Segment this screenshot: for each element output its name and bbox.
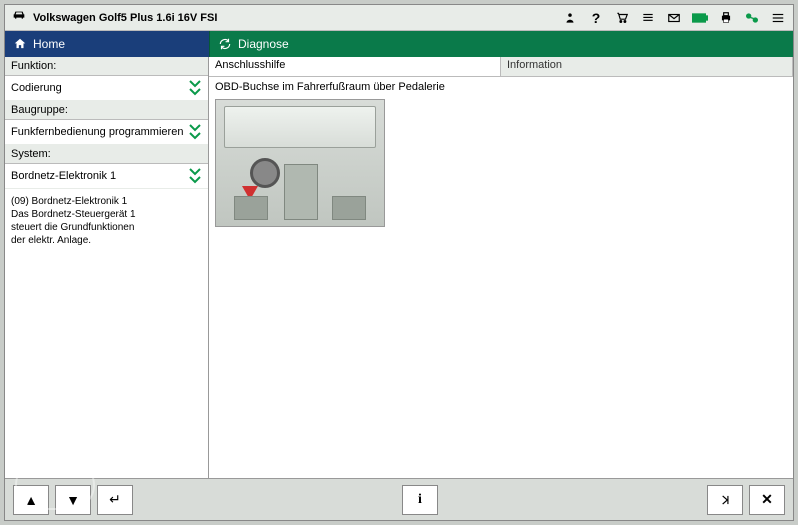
next-button[interactable] [707,485,743,515]
system-dropdown[interactable]: Bordnetz-Elektronik 1 [5,164,208,189]
vehicle-title: Volkswagen Golf5 Plus 1.6i 16V FSI [33,12,217,24]
funktion-value: Codierung [11,82,62,94]
chevron-down-icon [188,80,202,96]
funktion-dropdown[interactable]: Codierung [5,76,208,101]
help-icon[interactable]: ? [587,9,605,27]
home-button[interactable]: Home [5,31,209,57]
baugruppe-dropdown[interactable]: Funkfernbedienung programmieren [5,120,208,145]
system-info-text: (09) Bordnetz-Elektronik 1 Das Bordnetz-… [5,189,208,253]
diagnose-button[interactable]: Diagnose [209,31,793,57]
mail-icon[interactable] [665,9,683,27]
obd-location-text: OBD-Buchse im Fahrerfußraum über Pedaler… [215,81,787,93]
footer-bar: ▲ ▼ ↵ i ✕ [5,478,793,520]
main-panel: Anschlusshilfe Information OBD-Buchse im… [209,57,793,478]
close-button[interactable]: ✕ [749,485,785,515]
cart-icon[interactable] [613,9,631,27]
enter-button[interactable]: ↵ [97,485,133,515]
chevron-down-icon [188,124,202,140]
diagnose-label: Diagnose [238,37,289,51]
down-button[interactable]: ▼ [55,485,91,515]
info-button[interactable]: i [402,485,438,515]
title-bar: Volkswagen Golf5 Plus 1.6i 16V FSI ? [5,5,793,31]
car-icon [11,7,27,28]
battery-icon[interactable] [691,9,709,27]
tab-information[interactable]: Information [501,57,793,76]
dashboard-image [215,99,385,227]
connection-icon[interactable] [743,9,761,27]
list-icon[interactable] [639,9,657,27]
menu-icon[interactable] [769,9,787,27]
home-label: Home [33,37,65,51]
funktion-label: Funktion: [5,57,208,76]
refresh-icon [218,37,232,51]
baugruppe-label: Baugruppe: [5,101,208,120]
system-label: System: [5,145,208,164]
system-value: Bordnetz-Elektronik 1 [11,170,116,182]
toolbar: ? [561,9,787,27]
print-icon[interactable] [717,9,735,27]
sidebar: Funktion: Codierung Baugruppe: Funkfernb… [5,57,209,478]
home-icon [13,37,27,51]
tab-anschlusshilfe[interactable]: Anschlusshilfe [209,57,501,76]
up-button[interactable]: ▲ [13,485,49,515]
baugruppe-value: Funkfernbedienung programmieren [11,126,183,138]
chevron-down-icon [188,168,202,184]
person-icon[interactable] [561,9,579,27]
